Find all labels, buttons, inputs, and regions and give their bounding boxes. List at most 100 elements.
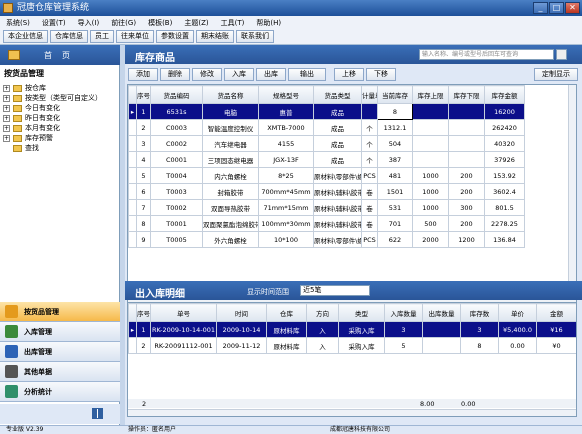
tree-item[interactable]: + 库存预警 <box>0 133 118 143</box>
inout-header-cell[interactable]: 方向 <box>306 303 339 322</box>
action-button[interactable]: 入库 <box>224 67 254 81</box>
toolbar-button[interactable]: 仓库信息 <box>50 30 88 43</box>
inout-header-cell[interactable]: 出库数量 <box>422 303 461 322</box>
search-button[interactable] <box>556 49 567 60</box>
expand-toggle-icon[interactable]: + <box>3 84 10 92</box>
inventory-vscroll[interactable] <box>568 85 576 305</box>
range-select[interactable]: 近5笔 <box>300 285 370 296</box>
status-bar: 专业版 V2.39 操作员：匿名用户 成都冠唐科技有限公司 <box>0 425 582 433</box>
inout-header-cell[interactable]: 库存数 <box>460 303 499 322</box>
action-button[interactable]: 删除 <box>160 67 190 81</box>
inventory-cell: 40320 <box>484 135 525 152</box>
inventory-row-indicator <box>128 151 137 168</box>
action-button[interactable]: 输出 <box>288 67 326 81</box>
inout-cell: 原材料库 <box>266 337 307 354</box>
inout-header-cell[interactable]: 金额 <box>536 303 576 322</box>
inventory-row[interactable]: 3 C0002 汽车继电器 4155 成品个 504 40320 <box>128 135 525 152</box>
expand-toggle-icon[interactable]: + <box>3 134 10 142</box>
menu-item[interactable]: 模板(B) <box>148 18 172 28</box>
inventory-header-cell[interactable]: 库存上限 <box>412 85 449 104</box>
inventory-header-cell[interactable] <box>128 85 137 104</box>
search-input[interactable]: 输入名称、编号或型号后回车可查询 <box>419 49 554 60</box>
display-button[interactable]: 定制显示 <box>534 67 578 81</box>
inventory-header-cell[interactable]: 当前库存 <box>377 85 413 104</box>
inventory-header-cell[interactable]: 货品类型 <box>313 85 362 104</box>
inout-header-cell[interactable] <box>128 303 137 322</box>
toolbar-button[interactable]: 期末结账 <box>196 30 234 43</box>
home-header[interactable]: 首页 <box>0 45 120 65</box>
inventory-row[interactable]: ▸ 1 6531s 电脑 惠普 成品 8 16200 <box>128 103 525 120</box>
inventory-row-indicator <box>128 231 137 248</box>
inventory-row[interactable]: 5T0004内六角螺栓8*25原材料\零部件\螺栓PCS481100020015… <box>128 167 525 184</box>
expand-toggle-icon[interactable]: + <box>3 104 10 112</box>
inout-header-cell[interactable]: 仓库 <box>266 303 307 322</box>
inventory-row[interactable]: 9T0005外六角螺栓10*100原材料\零部件\螺栓PCS6222000120… <box>128 231 525 248</box>
toolbar-button[interactable]: 员工 <box>90 30 114 43</box>
expand-toggle-icon[interactable]: + <box>3 124 10 132</box>
module-button[interactable]: 其他单据 <box>0 362 120 382</box>
action-button[interactable]: 出库 <box>256 67 286 81</box>
inventory-row[interactable]: 6 T0003 封箱胶带 700mm*45mm 原材料\辅料\胶带卷 1501 1000 20… <box>128 183 525 200</box>
close-button[interactable]: ✕ <box>565 2 580 14</box>
expand-toggle-icon[interactable]: + <box>3 114 10 122</box>
module-button[interactable]: 入库管理 <box>0 322 120 342</box>
top-toolbar: 本企业信息 仓库信息 员工 往来单位 参数设置 期末结账 联系我们 <box>0 29 582 45</box>
inventory-header-cell[interactable]: 货品名称 <box>202 85 259 104</box>
inventory-header-cell[interactable]: 序号 <box>136 85 151 104</box>
minimize-button[interactable]: _ <box>533 2 548 14</box>
module-label: 分析统计 <box>24 387 52 396</box>
maximize-button[interactable]: □ <box>549 2 564 14</box>
inout-cell: 2009-11-12 <box>216 337 267 354</box>
tree-item[interactable]: + 今日有变化 <box>0 103 118 113</box>
menu-item[interactable]: 工具(T) <box>221 18 245 28</box>
inout-header-cell[interactable]: 序号 <box>136 303 151 322</box>
toolbar-button[interactable]: 参数设置 <box>156 30 194 43</box>
inventory-row[interactable]: 8 T0001 双面聚氯酯泡绵胶带 100mm*30mm 原材料\辅料\胶带卷 701 50… <box>128 215 525 232</box>
toolbar-button[interactable]: 往来单位 <box>116 30 154 43</box>
toolbar-button[interactable]: 联系我们 <box>236 30 274 43</box>
inout-header-cell[interactable]: 入库数量 <box>384 303 423 322</box>
inventory-row[interactable]: 2 C0003 智能温度控制仪 XMTB-7000 成品个 1312.1 262420 <box>128 119 525 136</box>
inout-cell: 原材料库 <box>266 321 307 338</box>
module-button[interactable]: 出库管理 <box>0 342 120 362</box>
inout-header-cell[interactable]: 类型 <box>338 303 385 322</box>
action-button[interactable]: 修改 <box>192 67 222 81</box>
module-button[interactable]: 按货品管理 <box>0 302 120 322</box>
toolbar-button[interactable]: 本企业信息 <box>3 30 48 43</box>
expand-toggle-icon[interactable]: + <box>3 94 10 102</box>
menu-item[interactable]: 帮助(H) <box>256 18 281 28</box>
menu-item[interactable]: 前往(G) <box>111 18 136 28</box>
inventory-cell: 卷 <box>361 215 378 232</box>
inout-header-cell[interactable]: 单价 <box>498 303 537 322</box>
menu-item[interactable]: 主题(Z) <box>184 18 208 28</box>
grid-view-icon[interactable] <box>92 408 103 419</box>
inventory-header-cell[interactable]: 库存下限 <box>448 85 485 104</box>
inventory-header-cell[interactable]: 规格型号 <box>258 85 314 104</box>
action-button[interactable]: 上移 <box>334 67 364 81</box>
tree-item[interactable]: + 按类型（类型可自定义） <box>0 93 118 103</box>
action-button[interactable]: 下移 <box>366 67 396 81</box>
inventory-header-cell[interactable]: 货品编码 <box>150 85 203 104</box>
inventory-row[interactable]: 7 T0002 双面导热胶带 71mm*15mm 原材料\辅料\胶带卷 531 1000 30… <box>128 199 525 216</box>
tree-item[interactable]: + 按仓库 <box>0 83 118 93</box>
tree-item[interactable]: +查找 <box>0 143 118 153</box>
inventory-header-cell[interactable]: 计量单位 <box>361 85 378 104</box>
inventory-row[interactable]: 4 C0001 三项固态继电器 JGX-13F 成品个 387 37926 <box>128 151 525 168</box>
module-button[interactable]: 分析统计 <box>0 382 120 402</box>
inventory-cell: 1312.1 <box>377 119 413 136</box>
inout-header-cell[interactable]: 时间 <box>216 303 267 322</box>
menu-item[interactable]: 设置(T) <box>42 18 66 28</box>
inout-hscroll[interactable] <box>128 409 576 416</box>
inout-title: 出入库明细 <box>135 289 185 300</box>
tree-item[interactable]: + 昨日有变化 <box>0 113 118 123</box>
menu-item[interactable]: 导入(I) <box>78 18 100 28</box>
tree-item-label: 查找 <box>25 144 39 152</box>
inventory-header-cell[interactable]: 库存金额 <box>484 85 525 104</box>
inout-row[interactable]: ▸ 1 RK-2009-10-14-001 2009-10-14 原材料库入采购入库 3 3… <box>128 321 576 338</box>
tree-item[interactable]: + 本月有变化 <box>0 123 118 133</box>
inventory-cell: 成品 <box>313 103 362 120</box>
inout-row[interactable]: 2 RK-20091112-001 2009-11-12 原材料库入采购入库 5 8 0.0… <box>128 337 576 354</box>
action-button[interactable]: 添加 <box>128 67 158 81</box>
inout-header-cell[interactable]: 单号 <box>150 303 217 322</box>
menu-item[interactable]: 系统(S) <box>6 18 30 28</box>
